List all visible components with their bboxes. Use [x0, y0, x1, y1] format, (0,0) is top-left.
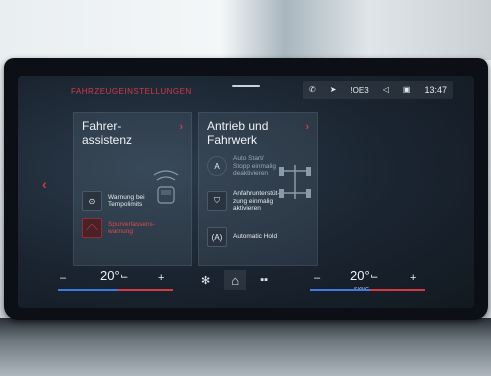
- hot-indicator: [370, 289, 425, 291]
- right-temp-up-button[interactable]: +: [410, 272, 416, 284]
- message-icon: ▣: [402, 85, 411, 94]
- window-background: [0, 0, 491, 60]
- chevron-right-icon[interactable]: ›: [305, 121, 309, 133]
- car-sensor-icon: [153, 170, 179, 204]
- left-temp-up-button[interactable]: +: [158, 272, 164, 284]
- hill-start-assist-row[interactable]: ⛉ Anfahrunterstüt- zung einmalig aktivie…: [207, 190, 280, 213]
- infotainment-screen: FAHRZEUGEINSTELLUNGEN ✆ ➤ !OE3 ◁ ▣ 13:47…: [18, 76, 474, 308]
- cold-indicator: [58, 289, 118, 291]
- apps-grid-icon[interactable]: ▪▪: [260, 274, 268, 286]
- left-temperature: 20°: [100, 268, 120, 283]
- home-button[interactable]: ⌂: [224, 270, 247, 290]
- lane-departure-warning-row[interactable]: ⟋⟍ Spurverlassens- warnung: [82, 218, 155, 238]
- dashboard-trim: [0, 318, 491, 376]
- driver-assist-card[interactable]: Fahrer- assistenz › ⊙ Warnung bei Tempol…: [73, 112, 192, 266]
- auto-hold-icon: (A): [207, 227, 227, 247]
- navigation-arrow-icon: ➤: [329, 85, 337, 94]
- radio-station: !OE3: [350, 85, 369, 95]
- drive-chassis-card[interactable]: Antrieb und Fahrwerk › A Auto Start/ Sto…: [198, 112, 318, 266]
- right-temperature: 20°: [350, 268, 370, 283]
- chassis-icon: [279, 165, 311, 199]
- seat-heating-icon[interactable]: ⌙: [120, 271, 128, 282]
- right-temp-down-button[interactable]: –: [314, 272, 320, 284]
- clock: 13:47: [424, 85, 447, 95]
- home-icon: ⌂: [231, 272, 240, 288]
- status-bar[interactable]: ✆ ➤ !OE3 ◁ ▣ 13:47: [303, 81, 453, 99]
- auto-start-stop-row[interactable]: A Auto Start/ Stopp einmalig deaktiviere…: [207, 155, 276, 178]
- hot-indicator: [118, 289, 173, 291]
- fan-icon[interactable]: ✻: [201, 274, 210, 287]
- automatic-hold-row[interactable]: (A) Automatic Hold: [207, 227, 277, 247]
- previous-page-arrow-icon[interactable]: ‹: [42, 176, 47, 192]
- chevron-right-icon[interactable]: ›: [179, 121, 183, 133]
- phone-icon: ✆: [309, 85, 316, 94]
- cold-indicator: [310, 289, 370, 291]
- auto-start-stop-icon: A: [207, 156, 227, 177]
- card-title: Fahrer- assistenz: [82, 119, 133, 147]
- page-title: FAHRZEUGEINSTELLUNGEN: [71, 87, 192, 96]
- speed-limit-warning-row[interactable]: ⊙ Warnung bei Tempolimits: [82, 191, 145, 211]
- left-temp-down-button[interactable]: –: [60, 272, 66, 284]
- speaker-icon: ◁: [382, 85, 389, 94]
- lane-departure-icon: ⟋⟍: [82, 218, 102, 238]
- hill-start-icon: ⛉: [207, 191, 227, 212]
- climate-bar: – 20° ⌙ + ✻ ⌂ ▪▪ – 20° ⌙ SYNC +: [18, 266, 474, 308]
- card-title: Antrieb und Fahrwerk: [207, 119, 269, 147]
- speed-limit-icon: ⊙: [82, 191, 102, 211]
- pull-down-handle[interactable]: [232, 85, 260, 87]
- seat-ventilation-icon[interactable]: ⌙: [370, 271, 378, 282]
